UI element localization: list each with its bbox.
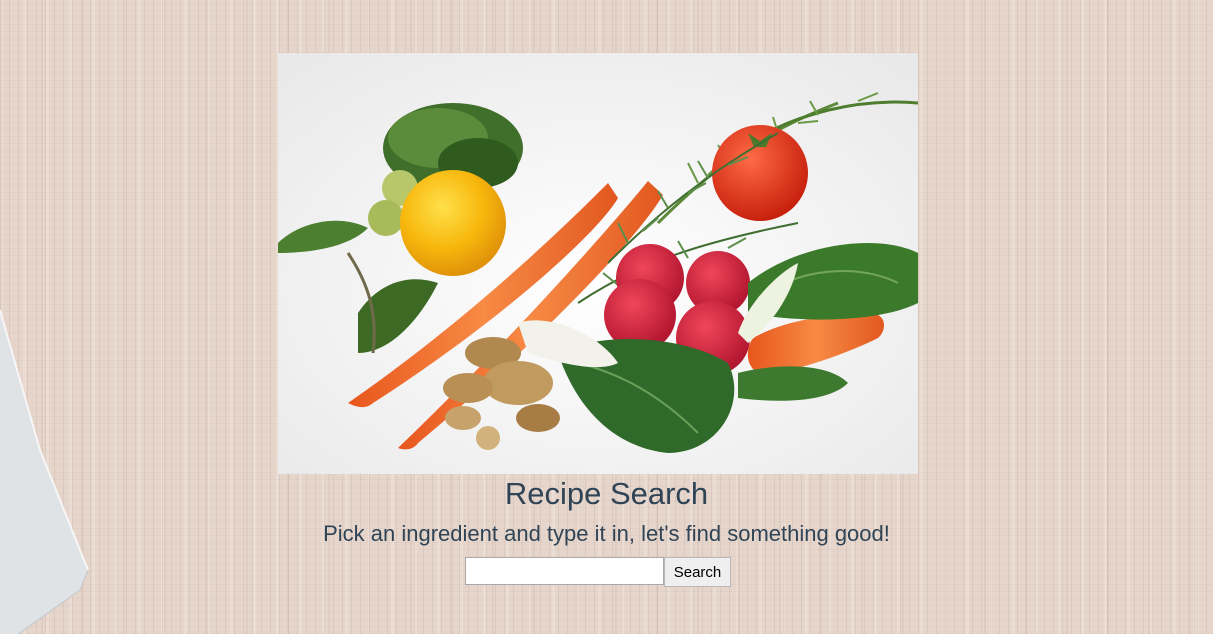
hero-image — [278, 53, 918, 474]
knife-decoration — [0, 309, 89, 634]
search-form: Search — [465, 557, 731, 587]
search-input[interactable] — [465, 557, 664, 585]
vegetables-illustration — [278, 53, 918, 474]
page-title: Recipe Search — [504, 476, 709, 511]
search-button[interactable]: Search — [664, 557, 731, 587]
page-subtitle: Pick an ingredient and type it in, let's… — [323, 521, 890, 546]
